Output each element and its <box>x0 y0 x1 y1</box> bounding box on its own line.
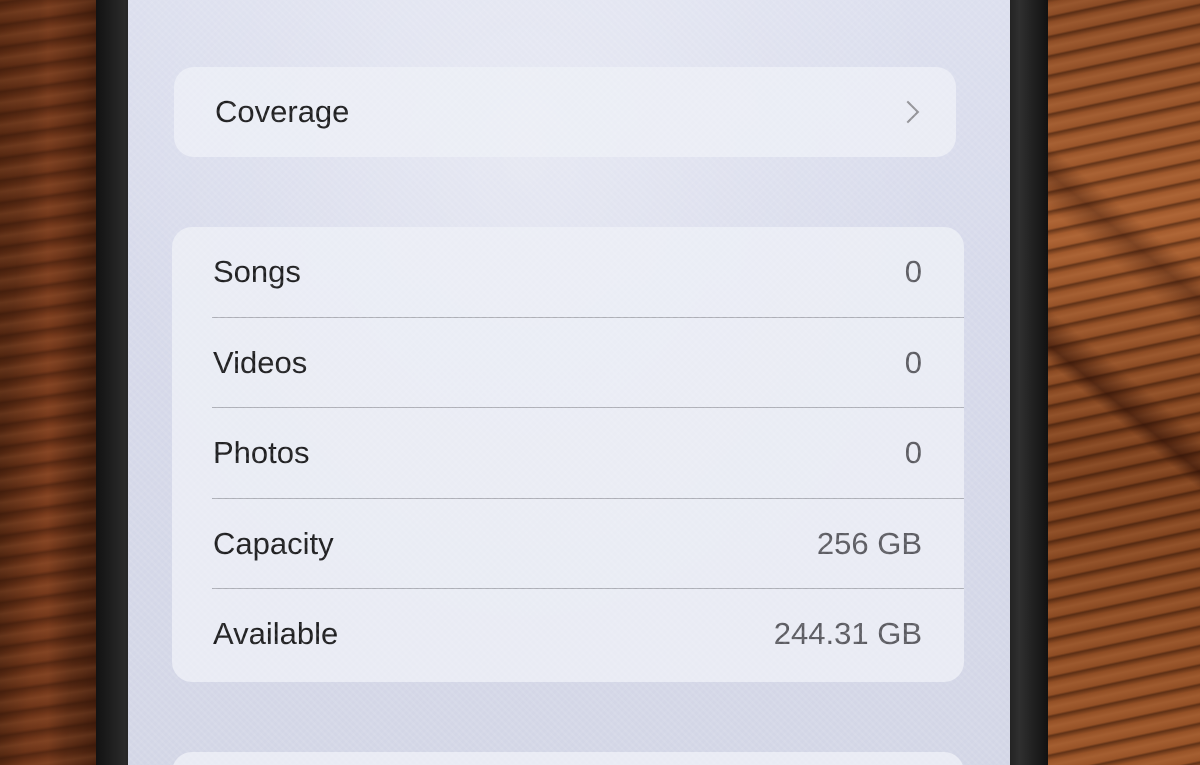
next-group-partial <box>172 752 964 765</box>
photos-label: Photos <box>213 435 310 470</box>
capacity-value: 256 GB <box>816 526 922 561</box>
photos-row: Photos 0 <box>172 408 964 498</box>
capacity-label: Capacity <box>213 526 334 561</box>
photos-value: 0 <box>904 435 922 470</box>
songs-row: Songs 0 <box>172 227 964 317</box>
coverage-row[interactable]: Coverage <box>174 67 956 157</box>
available-row: Available 244.31 GB <box>172 589 964 679</box>
videos-row: Videos 0 <box>172 318 964 408</box>
videos-label: Videos <box>213 345 308 380</box>
songs-label: Songs <box>213 254 301 289</box>
available-label: Available <box>213 616 339 651</box>
coverage-label: Coverage <box>215 94 350 129</box>
songs-value: 0 <box>904 254 922 289</box>
chevron-right-icon <box>896 100 920 124</box>
videos-value: 0 <box>904 345 922 380</box>
phone-screen: Coverage Songs 0 Videos 0 Photos 0 Capac… <box>128 0 1010 765</box>
storage-stats-group: Songs 0 Videos 0 Photos 0 Capacity 256 G… <box>172 227 964 682</box>
wooden-table-right <box>1030 0 1200 765</box>
capacity-row: Capacity 256 GB <box>172 499 964 589</box>
available-value: 244.31 GB <box>773 616 922 651</box>
